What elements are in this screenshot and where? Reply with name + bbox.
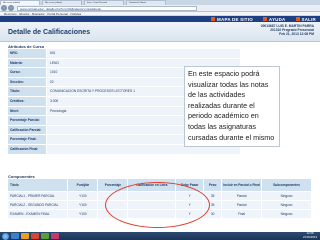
folder-icon[interactable] [21, 233, 29, 239]
attribute-label: NRC: [8, 49, 46, 58]
page-title: Detalle de Calificaciones [8, 29, 91, 36]
attribute-label: Sección: [8, 77, 46, 87]
clock-date: 21/02/2013 [303, 234, 317, 239]
app-icon[interactable] [51, 233, 59, 239]
column-header: Peso [203, 179, 223, 191]
bullet-icon [211, 17, 216, 22]
app-icon[interactable] [41, 233, 49, 239]
taskbar: 12:08 21/02/2013 [0, 231, 320, 240]
back-icon[interactable]: ‹ [1, 5, 7, 11]
attribute-label: Calificación Parcial: [8, 125, 46, 135]
table-cell: Parcial [221, 190, 263, 200]
table-cell: */100 [67, 190, 99, 200]
column-header: Incluir en Parcial o Final [221, 179, 263, 191]
highlight-ellipse [105, 182, 210, 228]
column-header: Puntj/de [67, 179, 99, 191]
table-cell: PARCIAL2 - SEGUNDO PARCIAL [8, 199, 69, 209]
attribute-value: 601 [46, 49, 240, 58]
explanation-callout: En este espacio podrá visualizar todas l… [184, 66, 280, 147]
callout-text: En este espacio podrá visualizar todas l… [188, 69, 275, 142]
attribute-label: Porcentaje Parcial: [8, 116, 46, 125]
attribute-label: Materia: [8, 58, 46, 68]
attribute-row: NRC: 601 [8, 49, 240, 59]
url-input[interactable]: www.uvirtual.edu/...details.php?pm=00&ca… [17, 5, 197, 11]
help-link[interactable]: AYUDA [262, 17, 286, 22]
attribute-label: Nivel: [8, 106, 46, 116]
column-header: Título [8, 179, 69, 191]
table-cell: Ninguno [261, 190, 312, 200]
start-button-icon[interactable] [2, 232, 9, 240]
screen: Mis cursos (edited) Mis cursos (edited) … [0, 0, 320, 240]
attribute-label: Calificación Final: [8, 144, 46, 154]
student-date: Feb 21, 2013 12:08 PM [279, 32, 314, 37]
column-header: Subcomponentes [261, 179, 312, 191]
forward-icon[interactable]: › [8, 5, 14, 11]
address-bar-row: ‹ › www.uvirtual.edu/...details.php?pm=0… [0, 5, 320, 12]
attribute-label: Título: [8, 87, 46, 96]
table-cell: PARCIAL1 - PRIMER PARCIAL [8, 190, 69, 200]
table-cell: Parcial [221, 199, 263, 209]
student-info: 00013687 LUIS E. MARTIN PARRA 201310 Pre… [261, 24, 314, 37]
explorer-icon[interactable] [11, 233, 19, 239]
table-cell: */100 [67, 199, 99, 209]
table-cell: Ninguno [261, 208, 312, 218]
browser-icon[interactable] [31, 233, 39, 239]
logout-link[interactable]: SALIR [295, 17, 317, 22]
attribute-label: Curso: [8, 68, 46, 77]
system-clock[interactable]: 12:08 21/02/2013 [303, 231, 317, 240]
site-map-link[interactable]: MAPA DE SITIO [211, 17, 253, 22]
attribute-label: Porcentaje Final: [8, 135, 46, 144]
table-cell: */100 [67, 208, 99, 218]
table-cell: Final [221, 208, 263, 218]
table-cell: Ninguno [261, 199, 312, 209]
table-cell: EXAMEN - EXAMEN FINAL [8, 208, 69, 218]
bullet-icon [295, 17, 300, 22]
bullet-icon [262, 17, 267, 22]
attribute-label: Créditos: [8, 96, 46, 106]
